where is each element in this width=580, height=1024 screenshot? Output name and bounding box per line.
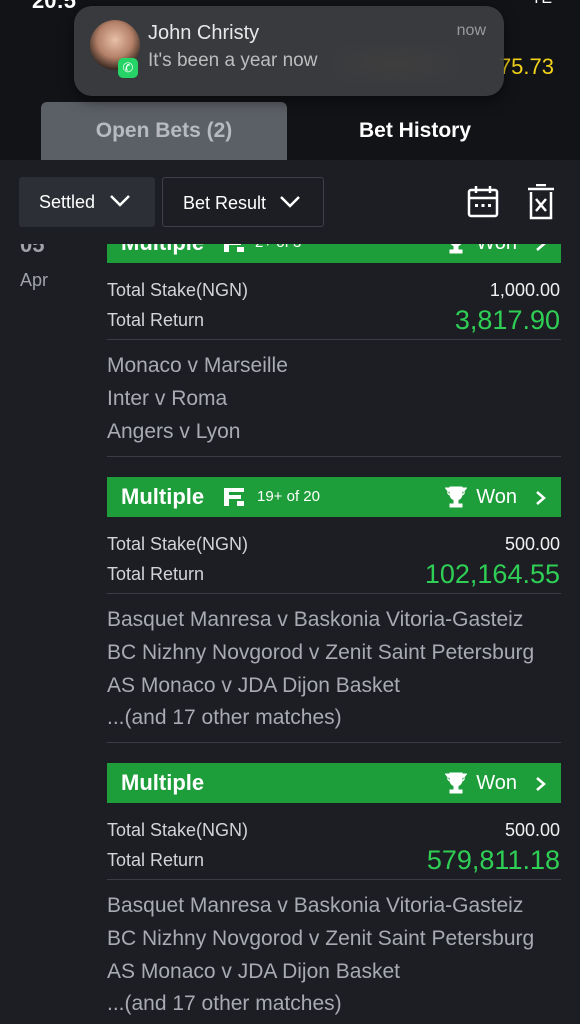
total-return-label: Total Return [107,310,205,330]
total-return-value: 3,817.90 [454,305,560,335]
bet-result-dropdown[interactable]: Bet Result [162,177,324,227]
whatsapp-icon: ✆ [118,58,138,78]
divider [107,456,561,457]
bet-status: Won [476,772,517,794]
chevron-down-icon [110,195,130,207]
account-balance: 75.73 [498,54,554,79]
chevron-right-icon [536,491,546,505]
total-return-label: Total Return [107,850,205,870]
notification-time: now [456,22,486,39]
total-return-value: 579,811.18 [426,845,560,875]
total-stake-label: Total Stake(NGN) [107,820,249,840]
match-item: BC Nizhny Novgorod v Zenit Saint Petersb… [107,927,535,950]
divider [107,593,561,594]
match-item: ...(and 17 other matches) [107,992,342,1015]
bet-card-header[interactable]: Multiple Won [107,763,561,803]
match-item: Basquet Manresa v Baskonia Vitoria-Gaste… [107,894,524,917]
divider [107,339,561,340]
flexi-icon [224,488,244,506]
trophy-icon [445,772,467,794]
total-stake-value: 500.00 [504,820,560,840]
trophy-icon [445,486,467,508]
calendar-icon[interactable] [466,184,500,220]
chevron-down-icon [280,196,300,208]
divider [107,879,561,880]
filter-bar: Settled Bet Result [0,160,580,244]
bet-card-header[interactable]: Multiple 19+ of 20 Won [107,477,561,517]
bet-status: Won [476,486,517,508]
settled-dropdown-label: Settled [39,192,96,212]
match-item: Basquet Manresa v Baskonia Vitoria-Gaste… [107,608,524,631]
settled-dropdown[interactable]: Settled [19,177,155,227]
status-indicators: TE [532,0,552,8]
status-time: 20:5 [32,0,77,13]
tab-open-bets[interactable]: Open Bets (2) [41,102,287,160]
flexi-count: 19+ of 20 [257,488,320,505]
match-item: BC Nizhny Novgorod v Zenit Saint Petersb… [107,641,535,664]
match-item: Monaco v Marseille [107,354,288,377]
notification-banner[interactable]: ✆ John Christy It's been a year now now [74,6,504,96]
bet-result-dropdown-label: Bet Result [183,193,267,213]
match-item: AS Monaco v JDA Dijon Basket [107,960,400,983]
date-month: Apr [20,270,49,290]
match-item: Angers v Lyon [107,420,241,443]
clear-bin-icon[interactable] [524,184,558,220]
bet-type: Multiple [121,770,205,795]
bet-type: Multiple [121,484,205,509]
chevron-right-icon [536,777,546,791]
notification-sender: John Christy [148,22,260,44]
total-return-label: Total Return [107,564,205,584]
total-stake-label: Total Stake(NGN) [107,534,249,554]
match-item: Inter v Roma [107,387,228,410]
divider [107,742,561,743]
total-stake-value: 1,000.00 [489,280,560,300]
tab-bet-history[interactable]: Bet History [290,102,540,160]
total-stake-value: 500.00 [504,534,560,554]
total-return-value: 102,164.55 [424,559,560,589]
match-item: ...(and 17 other matches) [107,706,342,729]
total-stake-label: Total Stake(NGN) [107,280,249,300]
match-item: AS Monaco v JDA Dijon Basket [107,674,400,697]
notification-message: It's been a year now [148,50,318,71]
